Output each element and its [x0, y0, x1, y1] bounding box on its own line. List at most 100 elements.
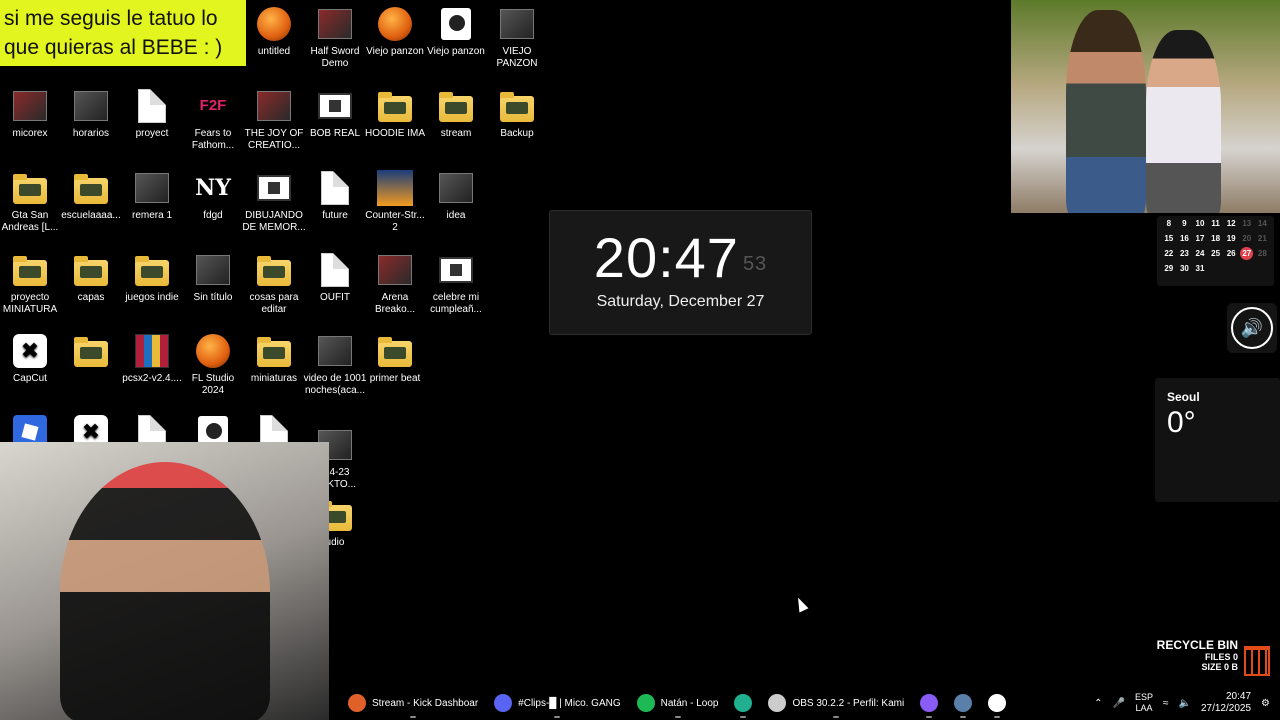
recycle-bin-widget[interactable]: RECYCLE BIN FILES 0 SIZE 0 B: [1157, 638, 1270, 676]
wifi-icon[interactable]: ≈: [1163, 698, 1169, 709]
calendar-day[interactable]: 14: [1255, 219, 1271, 228]
calendar-day[interactable]: 18: [1208, 234, 1224, 243]
volume-icon[interactable]: 🔈: [1179, 698, 1191, 709]
desktop-icon-capcut[interactable]: ✖ CapCut: [0, 333, 63, 385]
desktop-icon-micorex[interactable]: micorex: [0, 88, 63, 140]
taskbar-item[interactable]: [980, 688, 1014, 718]
desktop-icon-remera[interactable]: remera 1: [119, 170, 185, 222]
folder-icon: [256, 333, 292, 369]
desktop-icon-juegos[interactable]: juegos indie: [119, 252, 185, 304]
desktop-icon-proyect[interactable]: proyect: [119, 88, 185, 140]
calendar-day[interactable]: 19: [1223, 234, 1239, 243]
desktop-icon-label: VIEJO PANZON: [496, 46, 538, 69]
desktop-icon-fears[interactable]: F2F Fears to Fathom...: [180, 88, 246, 152]
desktop-icon-label: pcsx2-v2.4....: [122, 373, 182, 384]
desktop-icon-viejo-panzon-2[interactable]: Viejo panzon: [423, 6, 489, 58]
desktop-icon-viejo-panzon-1[interactable]: Viejo panzon: [362, 6, 428, 58]
desktop-icon-backup[interactable]: Backup: [484, 88, 550, 140]
desktop-icon-label: capas: [77, 292, 105, 303]
calendar-day[interactable]: 8: [1161, 219, 1177, 228]
calendar-day[interactable]: 27: [1240, 247, 1254, 260]
taskbar-item[interactable]: OBS 30.2.2 - Perfil: Kami: [760, 688, 912, 718]
desktop-icon-proyecto-min[interactable]: proyecto MINIATURA: [0, 252, 63, 316]
calendar-day[interactable]: 17: [1192, 234, 1208, 243]
calendar-day[interactable]: 22: [1161, 249, 1177, 258]
desktop-icon-primerbeat[interactable]: primer beat: [362, 333, 428, 385]
calendar-widget: 8 9 10 11 12 13 14 15 16 17 18 19 20 21 22 23 24 25 26 27 28…: [1157, 216, 1274, 286]
taskbar-item[interactable]: #Clips-█ | Mico. GANG: [486, 688, 628, 718]
desktop-icon-oufit[interactable]: OUFIT: [302, 252, 368, 304]
folder-icon: [499, 88, 535, 124]
desktop-icon-dibujando[interactable]: DIBUJANDO DE MEMOR...: [241, 170, 307, 234]
capcut-icon: [988, 694, 1007, 712]
clock-widget: 20:47 53 Saturday, December 27: [549, 210, 812, 335]
trash-icon[interactable]: [1244, 646, 1270, 676]
calendar-day[interactable]: 9: [1177, 219, 1193, 228]
calendar-day[interactable]: 13: [1239, 219, 1255, 228]
desktop-icon-joy[interactable]: THE JOY OF CREATIO...: [241, 88, 307, 152]
calendar-day[interactable]: 21: [1255, 234, 1271, 243]
calendar-day[interactable]: 26: [1223, 249, 1239, 258]
desktop-icon-idea[interactable]: idea: [423, 170, 489, 222]
desktop-icon-pcsx2[interactable]: pcsx2-v2.4....: [119, 333, 185, 385]
desktop-icon-flstudio[interactable]: FL Studio 2024: [180, 333, 246, 397]
desktop-icon-escuela[interactable]: escuelaaaa...: [58, 170, 124, 222]
calendar-day[interactable]: 30: [1177, 264, 1193, 273]
desktop-icon-half-sword[interactable]: Half Sword Demo: [302, 6, 368, 70]
calendar-day[interactable]: 15: [1161, 234, 1177, 243]
image-icon: [134, 170, 170, 206]
chevron-up-icon[interactable]: ⌃: [1094, 698, 1102, 709]
desktop-icon-hoodie[interactable]: HOODIE IMA: [362, 88, 428, 140]
desktop-icon-capas[interactable]: capas: [58, 252, 124, 304]
taskbar-item[interactable]: Natán - Loop: [629, 688, 727, 718]
desktop-icon-arena[interactable]: Arena Breako...: [362, 252, 428, 316]
desktop-icon-viejo-panzon-3[interactable]: VIEJO PANZON: [484, 6, 550, 70]
desktop-icon-future[interactable]: future: [302, 170, 368, 222]
desktop-icon-miniaturas[interactable]: miniaturas: [241, 333, 307, 385]
calendar-day[interactable]: 12: [1223, 219, 1239, 228]
desktop-icon-cosas[interactable]: cosas para editar: [241, 252, 307, 316]
calendar-day[interactable]: 16: [1177, 234, 1193, 243]
calendar-day[interactable]: 23: [1177, 249, 1193, 258]
folder-icon: [73, 252, 109, 288]
desktop-icon-label: OUFIT: [320, 292, 350, 303]
desktop-icon-cs2[interactable]: Counter-Str... 2: [362, 170, 428, 234]
desktop-icon-bob[interactable]: BOB REAL: [302, 88, 368, 140]
language-indicator[interactable]: ESP LAA: [1135, 692, 1153, 714]
tray-clock[interactable]: 20:47 27/12/2025: [1201, 691, 1251, 715]
desktop-icon-folder-a[interactable]: [58, 333, 124, 373]
desktop-icon-fdgd[interactable]: NY fdgd: [180, 170, 246, 222]
calendar-day[interactable]: 29: [1161, 264, 1177, 273]
calendar-day[interactable]: 31: [1192, 264, 1208, 273]
taskbar-item[interactable]: [726, 688, 760, 718]
game-icon: [377, 252, 413, 288]
desktop-icon-stream[interactable]: stream: [423, 88, 489, 140]
calendar-day[interactable]: 10: [1192, 219, 1208, 228]
desktop-icon-label: Half Sword Demo: [310, 46, 360, 69]
desktop-icon-label: micorex: [12, 128, 48, 139]
desktop-icon-video1001[interactable]: video de 1001 noches(aca...: [302, 333, 368, 397]
calendar-day[interactable]: 24: [1192, 249, 1208, 258]
desktop-icon-celebre[interactable]: celebre mi cumpleañ...: [423, 252, 489, 316]
notification-icon[interactable]: ⚙: [1261, 698, 1270, 709]
speaker-icon[interactable]: 🔊: [1231, 307, 1273, 349]
microphone-icon[interactable]: 🎤: [1113, 698, 1125, 709]
winrar-icon: [134, 333, 170, 369]
taskbar-item[interactable]: [946, 688, 980, 718]
volume-widget[interactable]: 🔊: [1227, 303, 1277, 353]
taskbar-item[interactable]: Stream - Kick Dashboar: [340, 688, 486, 718]
desktop-icon-label: primer beat: [369, 373, 421, 384]
calendar-day[interactable]: 28: [1255, 249, 1271, 258]
game-icon: [317, 6, 353, 42]
taskbar-item[interactable]: [912, 688, 946, 718]
calendar-day[interactable]: 20: [1239, 234, 1255, 243]
folder-icon: [438, 88, 474, 124]
desktop-icon-gta[interactable]: Gta San Andreas [L...: [0, 170, 63, 234]
desktop-icon-label: juegos indie: [125, 292, 179, 303]
desktop-icon-sintitulo[interactable]: Sin título: [180, 252, 246, 304]
desktop-icon-untitled[interactable]: untitled: [241, 6, 307, 58]
desktop-icon-label: DIBUJANDO DE MEMOR...: [242, 210, 306, 233]
calendar-day[interactable]: 25: [1208, 249, 1224, 258]
desktop-icon-horarios[interactable]: horarios: [58, 88, 124, 140]
calendar-day[interactable]: 11: [1208, 219, 1224, 228]
